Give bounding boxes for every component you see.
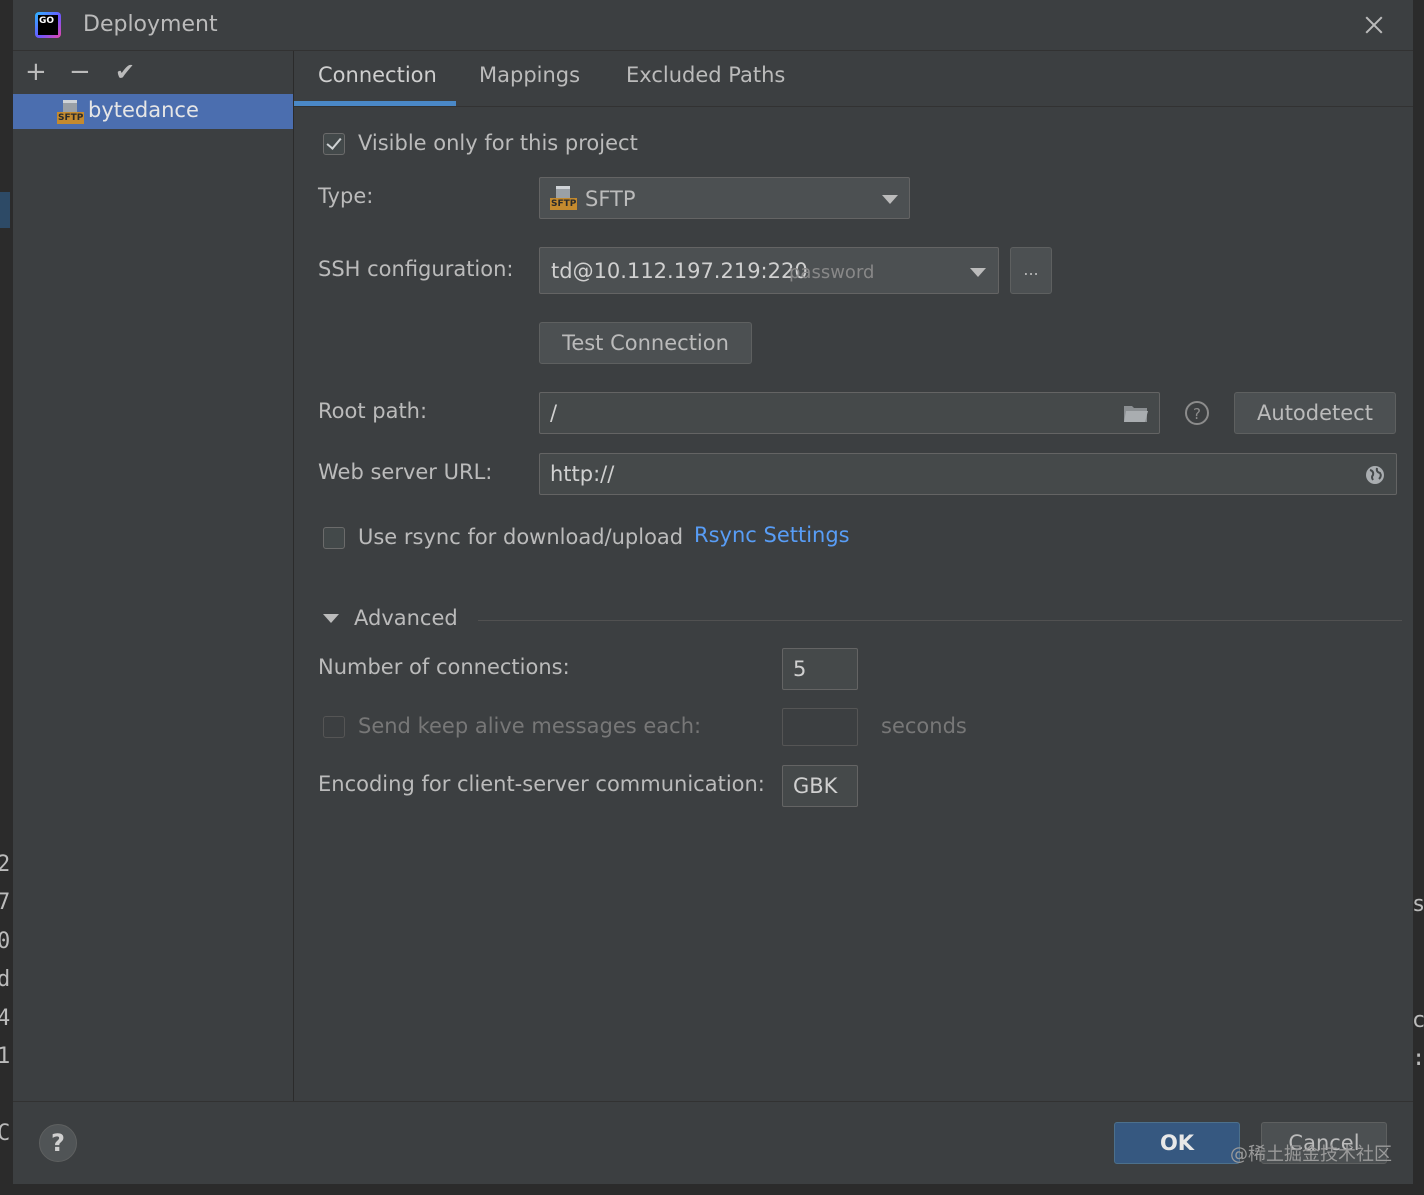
root-path-field[interactable]: / bbox=[539, 392, 1160, 434]
editor-selection-stripe bbox=[0, 192, 10, 228]
collapse-triangle-icon[interactable] bbox=[323, 614, 339, 623]
keep-alive-checkbox[interactable] bbox=[323, 716, 345, 738]
title-bar: Deployment bbox=[13, 0, 1413, 51]
ssh-config-value: td@10.112.197.219:220 bbox=[551, 259, 808, 283]
root-path-label: Root path: bbox=[318, 399, 428, 423]
root-path-value: / bbox=[550, 401, 558, 425]
advanced-section-title[interactable]: Advanced bbox=[354, 606, 458, 630]
keep-alive-label: Send keep alive messages each: bbox=[358, 714, 702, 738]
close-icon[interactable] bbox=[1359, 10, 1389, 40]
visible-only-label: Visible only for this project bbox=[358, 131, 638, 155]
editor-fragment: 4 bbox=[0, 1006, 11, 1031]
editor-fragment: 0 bbox=[0, 929, 11, 954]
watermark-text: @稀土掘金技术社区 bbox=[1230, 1144, 1392, 1165]
remove-server-icon[interactable]: − bbox=[69, 59, 91, 85]
keep-alive-interval-input[interactable] bbox=[782, 708, 858, 746]
server-name: bytedance bbox=[88, 98, 199, 122]
tab-bar: Connection Mappings Excluded Paths bbox=[294, 51, 1413, 107]
keep-alive-unit: seconds bbox=[881, 714, 967, 738]
editor-fragment: d bbox=[0, 967, 11, 992]
connections-count-label: Number of connections: bbox=[318, 655, 570, 679]
dialog-footer: ? OK Cancel bbox=[13, 1101, 1413, 1184]
add-server-icon[interactable]: + bbox=[25, 59, 47, 85]
folder-browse-icon[interactable] bbox=[1123, 403, 1149, 423]
help-button[interactable]: ? bbox=[39, 1124, 77, 1162]
active-tab-indicator bbox=[294, 101, 456, 106]
sftp-server-icon: SFTP bbox=[57, 100, 85, 124]
test-connection-button[interactable]: Test Connection bbox=[539, 322, 752, 364]
type-label: Type: bbox=[318, 184, 374, 208]
deployment-dialog: Deployment + − ✔ SFTP bytedance Connecti… bbox=[12, 0, 1413, 1184]
ssh-config-combobox[interactable]: td@10.112.197.219:220 password bbox=[539, 247, 999, 294]
goland-app-icon bbox=[35, 12, 61, 38]
settings-panel: Connection Mappings Excluded Paths Visib… bbox=[294, 51, 1413, 1101]
use-rsync-checkbox[interactable] bbox=[323, 527, 345, 549]
help-question-icon[interactable]: ? bbox=[1184, 400, 1210, 426]
ssh-auth-hint: password bbox=[789, 262, 875, 283]
use-rsync-label: Use rsync for download/upload bbox=[358, 525, 684, 549]
type-combobox[interactable]: SFTP SFTP bbox=[539, 177, 910, 219]
chevron-down-icon bbox=[882, 195, 898, 204]
connections-count-value: 5 bbox=[793, 657, 807, 681]
ssh-config-more-button[interactable]: ... bbox=[1010, 247, 1052, 294]
svg-text:?: ? bbox=[1193, 405, 1201, 423]
editor-fragment: s bbox=[1412, 892, 1424, 917]
sftp-type-icon: SFTP bbox=[550, 186, 578, 210]
encoding-input[interactable]: GBK bbox=[782, 765, 858, 807]
visible-only-checkbox[interactable] bbox=[323, 133, 345, 155]
server-list-panel: + − ✔ SFTP bytedance bbox=[13, 51, 294, 1101]
web-url-value: http:// bbox=[550, 462, 615, 486]
tab-mappings[interactable]: Mappings bbox=[479, 63, 580, 87]
editor-fragment: 2 bbox=[0, 852, 11, 877]
server-item-bytedance[interactable]: SFTP bytedance bbox=[13, 94, 293, 129]
autodetect-button[interactable]: Autodetect bbox=[1234, 392, 1396, 434]
web-url-field[interactable]: http:// bbox=[539, 453, 1397, 495]
encoding-label: Encoding for client-server communication… bbox=[318, 772, 765, 796]
ssh-config-label: SSH configuration: bbox=[318, 257, 514, 281]
tab-connection[interactable]: Connection bbox=[318, 63, 437, 87]
apply-check-icon[interactable]: ✔ bbox=[115, 59, 135, 85]
editor-fragment: : bbox=[1412, 1046, 1424, 1071]
chevron-down-icon bbox=[970, 268, 986, 277]
ok-button[interactable]: OK bbox=[1114, 1122, 1240, 1164]
editor-fragment: 1 bbox=[0, 1044, 11, 1069]
globe-icon[interactable] bbox=[1364, 464, 1386, 486]
encoding-value: GBK bbox=[793, 774, 838, 798]
tab-excluded-paths[interactable]: Excluded Paths bbox=[626, 63, 785, 87]
connections-count-input[interactable]: 5 bbox=[782, 648, 858, 690]
advanced-separator bbox=[478, 620, 1402, 621]
editor-fragment: C bbox=[0, 1121, 11, 1146]
type-value: SFTP bbox=[585, 187, 636, 211]
editor-fragment: 7 bbox=[0, 890, 11, 915]
web-url-label: Web server URL: bbox=[318, 460, 493, 484]
dialog-title: Deployment bbox=[83, 12, 218, 37]
rsync-settings-link[interactable]: Rsync Settings bbox=[694, 523, 850, 547]
editor-fragment: c bbox=[1412, 1008, 1424, 1033]
